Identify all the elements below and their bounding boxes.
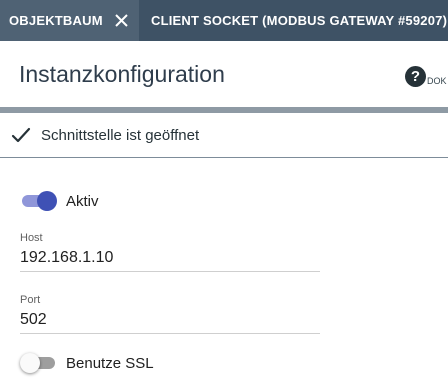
- status-text: Schnittstelle ist geöffnet: [41, 126, 200, 144]
- host-field: Host: [20, 230, 320, 272]
- aktiv-toggle[interactable]: Aktiv: [20, 190, 99, 212]
- aktiv-switch[interactable]: [20, 190, 57, 212]
- port-label: Port: [20, 294, 41, 306]
- port-input[interactable]: [20, 308, 320, 332]
- tab-objektbaum-label: OBJEKTBAUM: [9, 13, 103, 28]
- tab-client-socket-label: CLIENT SOCKET (MODBUS GATEWAY #59207): [151, 13, 448, 28]
- aktiv-switch-thumb: [37, 191, 57, 211]
- host-input[interactable]: [20, 246, 320, 270]
- page-title: Instanzkonfiguration: [19, 61, 225, 87]
- aktiv-label: Aktiv: [66, 192, 99, 210]
- host-label: Host: [20, 232, 43, 244]
- ssl-toggle[interactable]: Benutze SSL: [20, 352, 154, 374]
- ssl-switch-thumb: [20, 353, 40, 373]
- host-underline: [20, 271, 320, 272]
- port-underline: [20, 333, 320, 334]
- tab-client-socket[interactable]: CLIENT SOCKET (MODBUS GATEWAY #59207): [139, 0, 448, 41]
- port-field: Port: [20, 292, 320, 334]
- status-divider: [0, 157, 448, 158]
- ssl-switch[interactable]: [20, 352, 57, 374]
- help-icon: ?: [405, 66, 426, 87]
- tab-objektbaum[interactable]: OBJEKTBAUM: [0, 0, 139, 41]
- status-message: Schnittstelle ist geöffnet: [0, 113, 448, 157]
- ssl-label: Benutze SSL: [66, 354, 154, 372]
- help-label: DOK: [427, 76, 447, 86]
- check-icon: [11, 127, 31, 143]
- page-header: Instanzkonfiguration ? DOK: [0, 41, 448, 110]
- help-button[interactable]: ? DOK: [405, 66, 447, 87]
- tab-bar: OBJEKTBAUM CLIENT SOCKET (MODBUS GATEWAY…: [0, 0, 448, 41]
- close-icon[interactable]: [114, 13, 129, 28]
